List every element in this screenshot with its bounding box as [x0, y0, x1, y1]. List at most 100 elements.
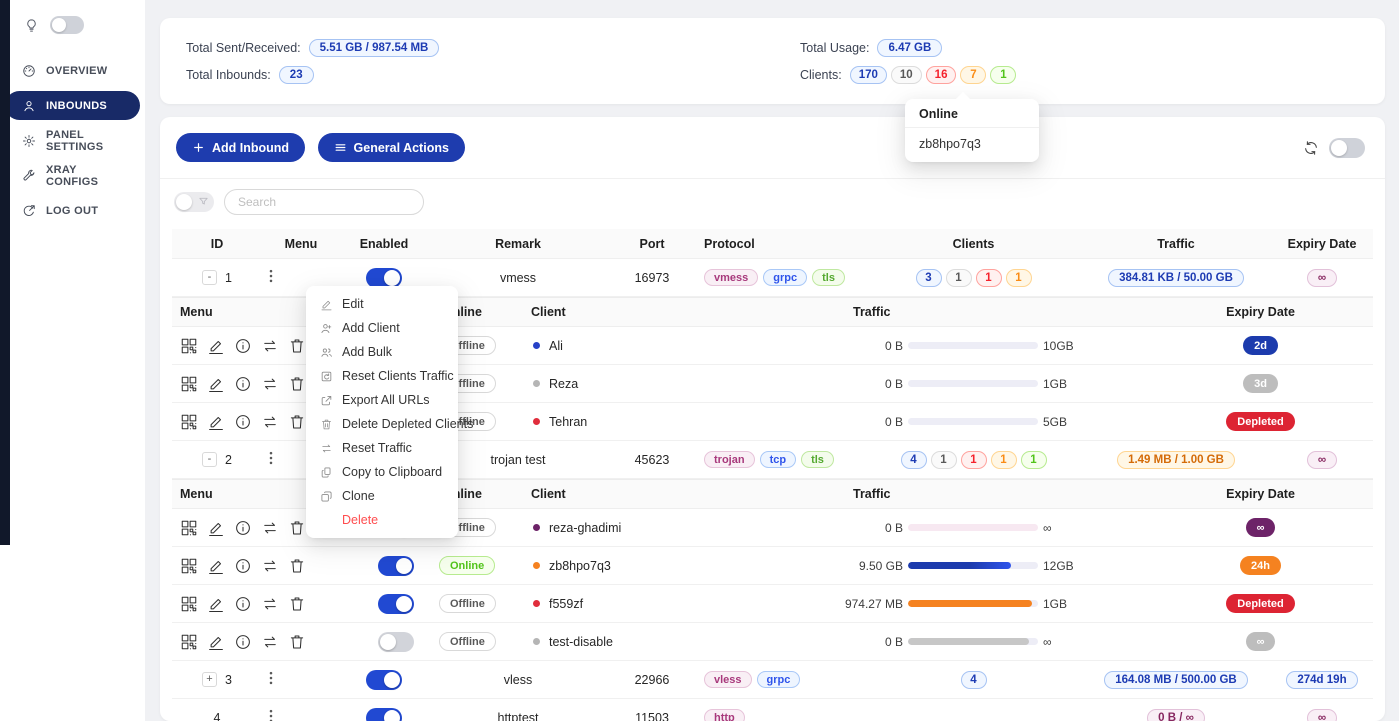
qr-code-icon[interactable]: [180, 595, 198, 613]
traffic-limit: 10GB: [1043, 339, 1098, 353]
reset-traffic-icon[interactable]: [261, 595, 279, 613]
reset-traffic-icon[interactable]: [261, 633, 279, 651]
client-enabled-toggle[interactable]: [378, 594, 414, 614]
info-icon[interactable]: [234, 633, 252, 651]
filter-toggle[interactable]: [174, 192, 214, 212]
client-count-badge[interactable]: 1: [946, 269, 972, 287]
clients-count-badge[interactable]: 170: [850, 66, 887, 84]
qr-code-icon[interactable]: [180, 337, 198, 355]
info-icon[interactable]: [234, 595, 252, 613]
reset-traffic-icon[interactable]: [261, 519, 279, 537]
delete-icon: [320, 514, 333, 527]
client-count-badge[interactable]: 1: [961, 451, 987, 469]
delete-icon[interactable]: [288, 633, 306, 651]
kebab-menu-icon[interactable]: [262, 707, 280, 721]
protocol-tag: vless: [704, 671, 752, 688]
edit-icon[interactable]: [207, 557, 225, 575]
edit-icon[interactable]: [207, 337, 225, 355]
edit-icon[interactable]: [207, 519, 225, 537]
reset-traffic-icon[interactable]: [261, 413, 279, 431]
qr-code-icon[interactable]: [180, 375, 198, 393]
general-actions-button[interactable]: General Actions: [318, 133, 465, 162]
edit-icon[interactable]: [207, 633, 225, 651]
delete-icon[interactable]: [288, 557, 306, 575]
search-input[interactable]: [224, 189, 424, 215]
client-count-badge[interactable]: 3: [916, 269, 942, 287]
enabled-toggle[interactable]: [366, 670, 402, 690]
refresh-icon[interactable]: [1303, 140, 1319, 156]
sidebar-item-panel-settings[interactable]: PANEL SETTINGS: [5, 126, 140, 155]
info-icon[interactable]: [234, 413, 252, 431]
sidebar-item-log-out[interactable]: LOG OUT: [5, 196, 140, 225]
inbound-id: 4: [214, 711, 221, 721]
expand-toggle[interactable]: -: [202, 452, 217, 467]
reset-traffic-icon[interactable]: [261, 337, 279, 355]
client-count-badge[interactable]: 1: [1006, 269, 1032, 287]
clients-count-badge[interactable]: 7: [960, 66, 986, 84]
reset-traffic-icon[interactable]: [261, 557, 279, 575]
kebab-menu-icon[interactable]: [262, 449, 280, 467]
qr-code-icon[interactable]: [180, 413, 198, 431]
context-menu-item-edit[interactable]: Edit: [306, 292, 458, 316]
auto-refresh-toggle[interactable]: [1329, 138, 1365, 158]
kebab-menu-icon[interactable]: [262, 267, 280, 285]
theme-toggle[interactable]: [50, 16, 84, 34]
enabled-toggle[interactable]: [366, 708, 402, 721]
traffic-bar: [908, 524, 1038, 531]
client-count-badge[interactable]: 4: [901, 451, 927, 469]
client-expiry-cell: ∞: [1148, 632, 1373, 651]
info-icon[interactable]: [234, 519, 252, 537]
context-menu-item-copy-to-clipboard[interactable]: Copy to Clipboard: [306, 460, 458, 484]
column-header: ID: [172, 237, 262, 251]
traffic-bar: [908, 342, 1038, 349]
delete-icon[interactable]: [288, 595, 306, 613]
context-menu-item-export-all-urls[interactable]: Export All URLs: [306, 388, 458, 412]
qr-code-icon[interactable]: [180, 557, 198, 575]
delete-icon[interactable]: [288, 413, 306, 431]
protocol-tag: vmess: [704, 269, 758, 286]
clients-count-badge[interactable]: 16: [926, 66, 957, 84]
qr-code-icon[interactable]: [180, 519, 198, 537]
client-count-badge[interactable]: 4: [961, 671, 987, 689]
client-enabled-toggle[interactable]: [378, 556, 414, 576]
context-menu-item-reset-traffic[interactable]: Reset Traffic: [306, 436, 458, 460]
client-count-badge[interactable]: 1: [1021, 451, 1047, 469]
context-menu-item-add-client[interactable]: Add Client: [306, 316, 458, 340]
expand-toggle[interactable]: +: [202, 672, 217, 687]
add-inbound-button[interactable]: Add Inbound: [176, 133, 305, 162]
expand-toggle[interactable]: -: [202, 270, 217, 285]
toggle-knob: [384, 710, 400, 721]
edit-icon[interactable]: [207, 375, 225, 393]
context-menu-item-delete-depleted-clients[interactable]: Delete Depleted Clients: [306, 412, 458, 436]
context-menu-item-delete[interactable]: Delete: [306, 508, 458, 532]
info-icon[interactable]: [234, 557, 252, 575]
sidebar-item-inbounds[interactable]: INBOUNDS: [5, 91, 140, 120]
qr-code-icon[interactable]: [180, 633, 198, 651]
delete-icon[interactable]: [288, 337, 306, 355]
enabled-toggle[interactable]: [366, 268, 402, 288]
delete-icon[interactable]: [288, 375, 306, 393]
context-menu-item-clone[interactable]: Clone: [306, 484, 458, 508]
client-count-badge[interactable]: 1: [976, 269, 1002, 287]
reset-clients-traffic-icon: [320, 370, 333, 383]
client-traffic-cell: 974.27 MB1GB: [758, 597, 1148, 611]
sidebar-item-xray-configs[interactable]: XRAY CONFIGS: [5, 161, 140, 190]
sidebar-item-overview[interactable]: OVERVIEW: [5, 56, 140, 85]
info-icon[interactable]: [234, 375, 252, 393]
delete-icon[interactable]: [288, 519, 306, 537]
edit-icon[interactable]: [207, 413, 225, 431]
client-count-badge[interactable]: 1: [991, 451, 1017, 469]
client-enabled-toggle[interactable]: [378, 632, 414, 652]
context-menu-item-add-bulk[interactable]: Add Bulk: [306, 340, 458, 364]
client-count-badge[interactable]: 1: [931, 451, 957, 469]
edit-icon[interactable]: [207, 595, 225, 613]
clients-count-badge[interactable]: 10: [891, 66, 922, 84]
info-icon[interactable]: [234, 337, 252, 355]
plus-icon: [192, 141, 205, 154]
clients-count-badge[interactable]: 1: [990, 66, 1016, 84]
kebab-menu-icon[interactable]: [262, 669, 280, 687]
protocol-tag: grpc: [757, 671, 801, 688]
client-online-cell: Offline: [435, 632, 523, 651]
reset-traffic-icon[interactable]: [261, 375, 279, 393]
context-menu-item-reset-clients-traffic[interactable]: Reset Clients Traffic: [306, 364, 458, 388]
